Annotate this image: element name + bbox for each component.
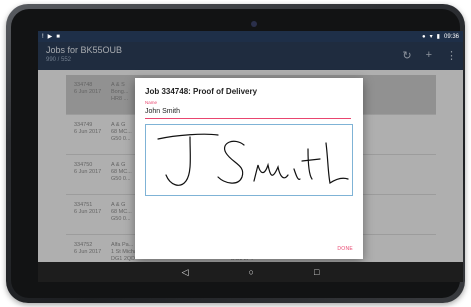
download-icon: ■ [56, 33, 60, 40]
system-nav-bar: ◁ ○ □ [38, 262, 463, 282]
name-label: Name [145, 100, 158, 105]
signature-pad[interactable] [145, 124, 353, 196]
home-icon[interactable]: ○ [249, 267, 254, 277]
proof-of-delivery-dialog: Job 334748: Proof of Delivery Name John … [135, 78, 363, 259]
name-field[interactable]: John Smith [145, 108, 351, 119]
wifi-icon: ▾ [429, 34, 433, 40]
dialog-title: Job 334748: Proof of Delivery [145, 87, 258, 96]
battery-icon: ▮ [436, 34, 440, 40]
tablet-screen: ! ▶ ■ ● ▾ ▮ 09:36 Jobs for BK55OUB 990 /… [38, 31, 463, 282]
notification-icon: ! [42, 33, 44, 40]
recents-icon[interactable]: □ [314, 267, 319, 277]
status-bar: ! ▶ ■ ● ▾ ▮ 09:36 [38, 31, 463, 42]
play-store-icon: ▶ [47, 34, 53, 40]
front-camera [251, 21, 257, 27]
clock: 09:36 [443, 33, 459, 40]
location-icon: ● [422, 33, 426, 40]
back-icon[interactable]: ◁ [182, 267, 189, 278]
done-button[interactable]: DONE [337, 246, 353, 252]
signature-drawing [157, 133, 349, 186]
